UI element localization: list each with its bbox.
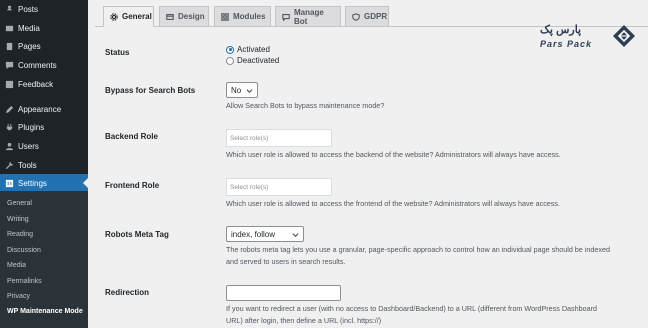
submenu-media[interactable]: Media — [7, 262, 26, 269]
tab-label: Design — [178, 12, 205, 21]
tab-label: GDPR — [364, 12, 388, 21]
menu-label: Posts — [18, 4, 39, 14]
redirection-help-1: If you want to redirect a user (with no … — [226, 304, 597, 313]
redirection-label: Redirection — [105, 288, 150, 297]
feedback-icon — [0, 80, 18, 89]
status-deactivated-option[interactable]: Deactivated — [226, 56, 279, 65]
chevron-down-icon — [292, 231, 299, 238]
robots-meta-help-1: The robots meta tag lets you use a granu… — [226, 245, 610, 254]
status-label: Status — [105, 48, 130, 57]
menu-label: Appearance — [18, 104, 62, 114]
menu-label: Plugins — [18, 122, 45, 132]
modules-icon — [221, 12, 229, 21]
redirection-input[interactable] — [226, 285, 341, 301]
robots-meta-select[interactable]: index, follow — [226, 226, 304, 242]
media-icon — [0, 24, 18, 33]
tab-label: General — [122, 12, 152, 21]
submenu-reading[interactable]: Reading — [7, 231, 33, 238]
menu-label: Comments — [18, 60, 57, 70]
menu-label: Tools — [18, 160, 37, 170]
robots-meta-label: Robots Meta Tag — [105, 230, 169, 239]
menu-label: Users — [18, 141, 39, 151]
status-activated-option[interactable]: Activated — [226, 45, 270, 54]
menu-item-appearance[interactable]: Appearance — [0, 100, 88, 118]
tab-label: Manage Bot — [294, 7, 324, 26]
settings-icon — [0, 179, 18, 188]
backend-role-select[interactable]: Select role(s) — [226, 129, 332, 147]
tab-modules[interactable]: Modules — [214, 6, 271, 27]
menu-item-plugins[interactable]: Plugins — [0, 118, 88, 136]
submenu-wp-maintenance-mode[interactable]: WP Maintenance Mode — [7, 308, 83, 315]
robots-meta-help-2: and served to users in search results. — [226, 257, 346, 266]
select-value: No — [231, 85, 242, 95]
menu-label: Settings — [18, 178, 47, 188]
parspack-logo: پارس پک Pars Pack — [538, 22, 638, 52]
menu-label: Feedback — [18, 79, 54, 89]
select-value: index, follow — [231, 229, 276, 239]
wrench-icon — [0, 161, 18, 170]
frontend-role-help: Which user role is allowed to access the… — [226, 199, 560, 208]
frontend-role-label: Frontend Role — [105, 181, 160, 190]
shield-icon — [352, 12, 360, 21]
comments-icon — [0, 61, 18, 70]
select-placeholder: Select role(s) — [230, 183, 269, 191]
parspack-mark-icon — [613, 25, 635, 47]
settings-submenu: General Writing Reading Discussion Media… — [0, 191, 88, 328]
admin-sidebar: Posts Media Pages Comments Feedback Appe… — [0, 0, 88, 328]
plugin-icon — [0, 123, 18, 132]
tab-label: Modules — [233, 12, 266, 21]
bypass-label: Bypass for Search Bots — [105, 86, 196, 95]
backend-role-label: Backend Role — [105, 132, 158, 141]
menu-item-posts[interactable]: Posts — [0, 0, 88, 18]
users-icon — [0, 142, 18, 151]
select-placeholder: Select role(s) — [230, 134, 269, 142]
submenu-discussion[interactable]: Discussion — [7, 247, 41, 254]
radio-label: Activated — [237, 45, 270, 54]
frontend-role-select[interactable]: Select role(s) — [226, 178, 332, 196]
gear-icon — [110, 12, 118, 21]
brush-icon — [0, 105, 18, 114]
radio-activated[interactable] — [226, 45, 234, 54]
bypass-select[interactable]: No — [226, 82, 258, 98]
backend-role-help: Which user role is allowed to access the… — [226, 150, 561, 159]
pages-icon — [0, 42, 18, 51]
tab-manage-bot[interactable]: Manage Bot — [275, 6, 341, 27]
redirection-help-2: URL) after login, then define a URL (inc… — [226, 316, 382, 325]
menu-item-feedback[interactable]: Feedback — [0, 75, 88, 93]
active-indicator — [83, 178, 88, 188]
menu-item-users[interactable]: Users — [0, 137, 88, 155]
tab-general[interactable]: General — [103, 6, 154, 27]
radio-deactivated[interactable] — [226, 56, 234, 65]
chevron-down-icon — [246, 87, 253, 94]
menu-item-comments[interactable]: Comments — [0, 56, 88, 74]
menu-item-tools[interactable]: Tools — [0, 156, 88, 174]
submenu-general[interactable]: General — [7, 200, 32, 207]
pin-icon — [0, 5, 18, 14]
submenu-writing[interactable]: Writing — [7, 216, 29, 223]
submenu-permalinks[interactable]: Permalinks — [7, 278, 42, 285]
menu-label: Pages — [18, 41, 41, 51]
radio-label: Deactivated — [237, 56, 280, 65]
tab-gdpr[interactable]: GDPR — [345, 6, 389, 27]
submenu-privacy[interactable]: Privacy — [7, 293, 30, 300]
bypass-help: Allow Search Bots to bypass maintenance … — [226, 101, 385, 110]
chat-icon — [282, 13, 290, 21]
logo-text-en: Pars Pack — [540, 39, 593, 49]
menu-item-settings[interactable]: Settings — [0, 174, 88, 192]
menu-item-pages[interactable]: Pages — [0, 37, 88, 55]
menu-label: Media — [18, 23, 40, 33]
logo-text-fa: پارس پک — [540, 24, 582, 36]
menu-item-media[interactable]: Media — [0, 19, 88, 37]
tab-design[interactable]: Design — [159, 6, 209, 27]
design-icon — [166, 13, 174, 21]
